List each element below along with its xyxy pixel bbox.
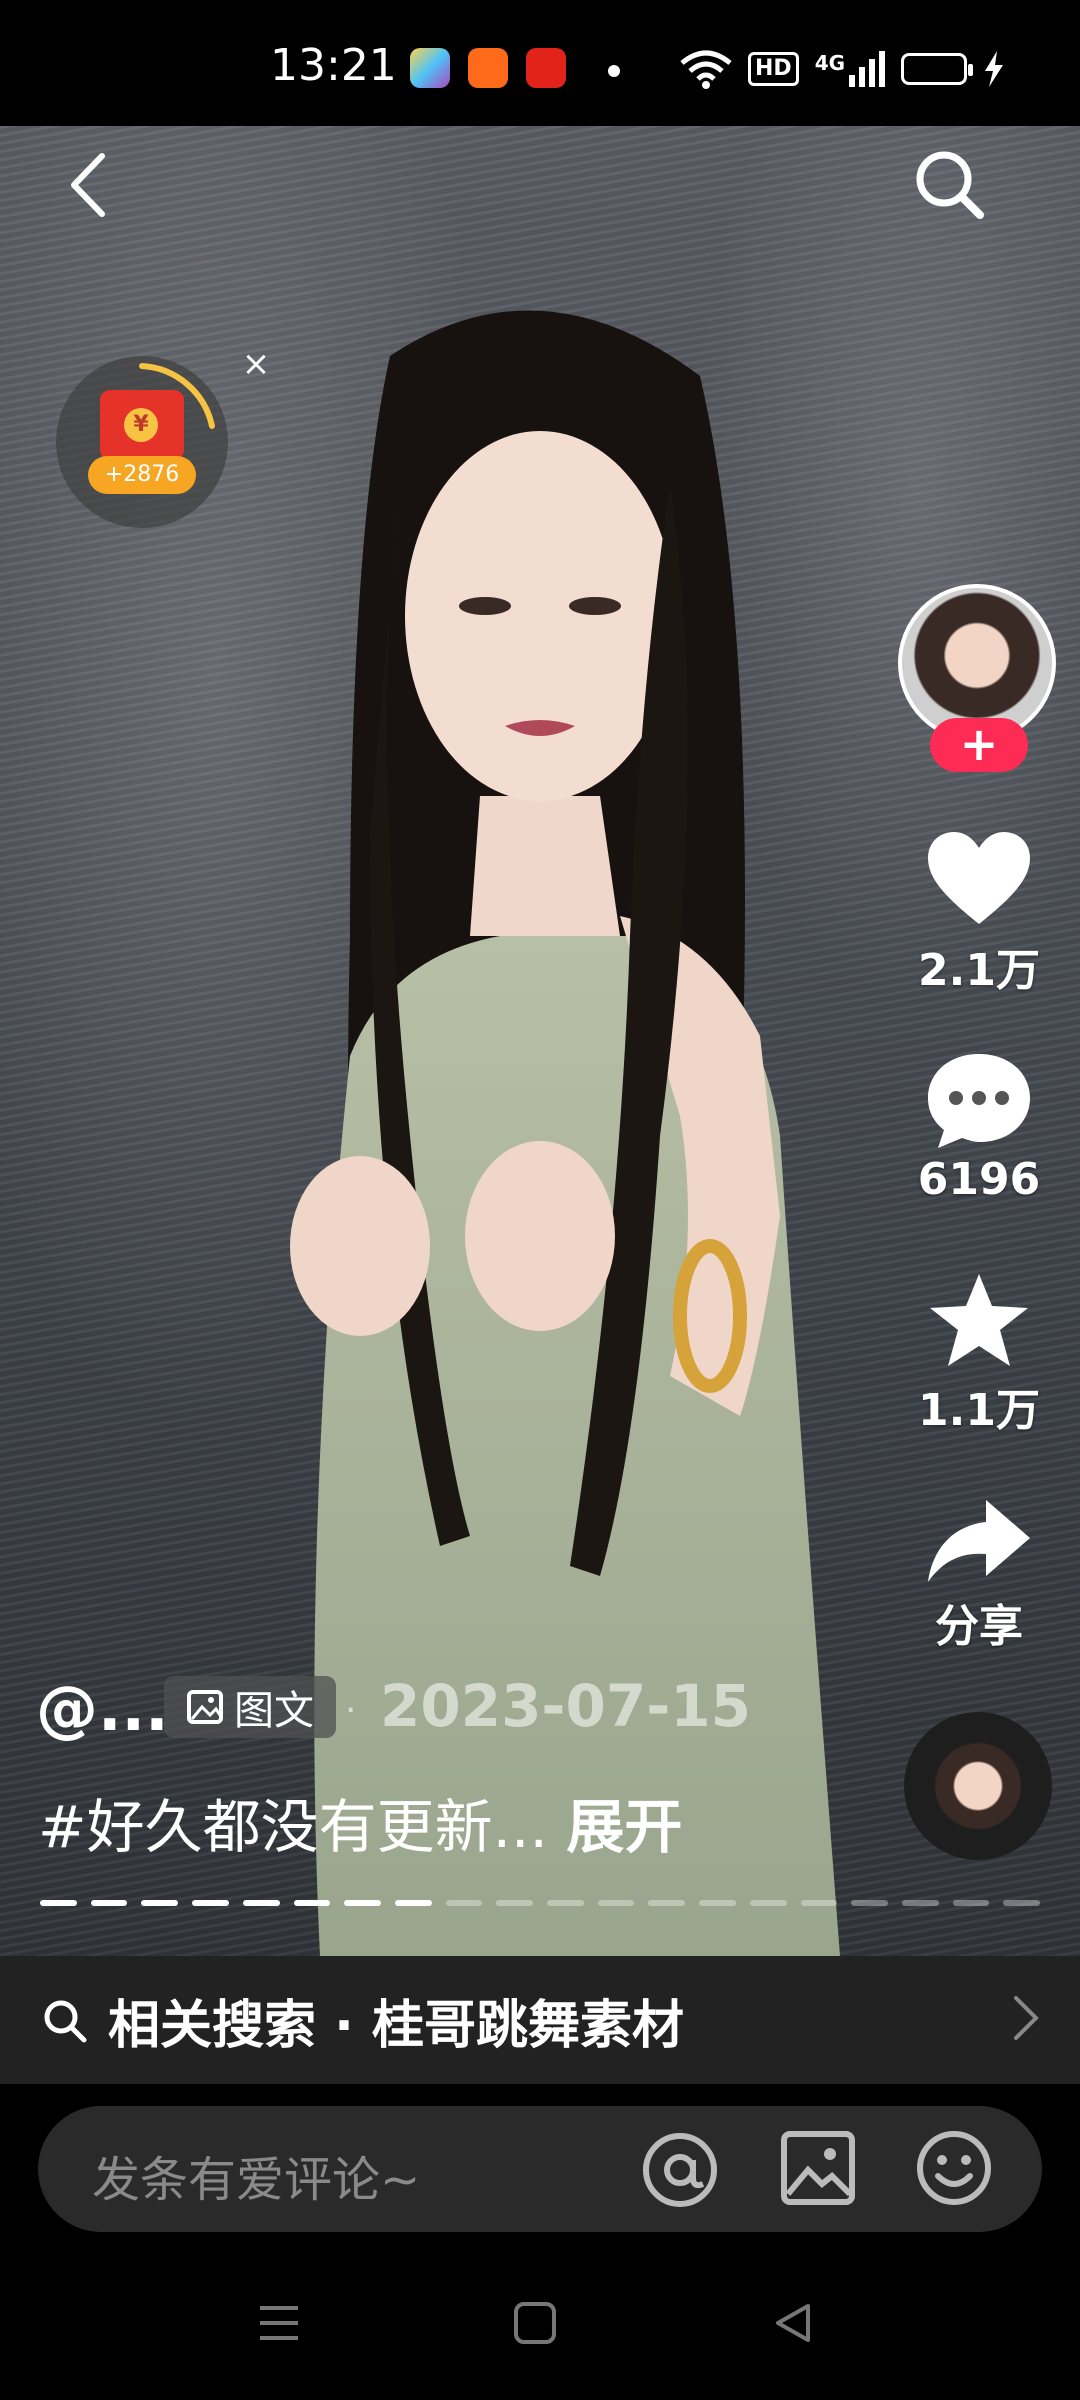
favorite-action[interactable]: 1.1万: [900, 1270, 1058, 1438]
comment-action[interactable]: 6196: [900, 1050, 1058, 1205]
like-action[interactable]: 2.1万: [900, 830, 1058, 998]
heart-icon: [928, 832, 1030, 924]
system-status-icons: HD 4G: [680, 44, 1005, 94]
chevron-right-icon: [1014, 1996, 1039, 2040]
progress-segment: [749, 1900, 787, 1906]
comment-count: 6196: [917, 1154, 1041, 1205]
back-triangle-icon[interactable]: [770, 2300, 816, 2346]
share-arrow-icon: [928, 1500, 1030, 1582]
comment-bubble-icon: [928, 1054, 1030, 1148]
multi-app-icon: [468, 48, 508, 88]
menu-icon[interactable]: [256, 2300, 302, 2346]
at-mention-icon[interactable]: [640, 2130, 720, 2210]
progress-segment: [952, 1900, 990, 1906]
battery-icon: [901, 53, 974, 85]
music-disc-icon[interactable]: [904, 1712, 1052, 1860]
home-icon[interactable]: [512, 2300, 558, 2346]
red-packet-amount: +2876: [88, 456, 196, 494]
progress-segment: [648, 1900, 686, 1906]
post-meta-separator: ·: [345, 1690, 357, 1731]
comment-placeholder: 发条有爱评论~: [92, 2152, 421, 2208]
author-name[interactable]: @...: [36, 1672, 169, 1745]
search-icon: [44, 2000, 87, 2043]
favorite-count: 1.1万: [918, 1385, 1040, 1436]
post-caption[interactable]: #好久都没有更新... 展开: [38, 1780, 682, 1864]
share-label: 分享: [935, 1601, 1023, 1652]
status-time: 13:21: [270, 40, 397, 91]
progress-segment: [141, 1900, 179, 1906]
follow-button[interactable]: +: [930, 718, 1028, 772]
taobao-app-icon: [526, 48, 566, 88]
progress-segment: [192, 1900, 229, 1906]
related-search-text: 相关搜索 · 桂哥跳舞素材: [108, 1995, 684, 2056]
progress-segment: [445, 1900, 483, 1906]
signal-icon: 4G: [814, 51, 886, 87]
caption-text: #好久都没有更新...: [38, 1793, 548, 1861]
notification-dot: [608, 65, 620, 77]
red-packet-close-button[interactable]: ×: [238, 346, 274, 382]
progress-segment: [40, 1900, 77, 1906]
search-icon[interactable]: [910, 145, 990, 225]
emoji-icon[interactable]: [914, 2128, 994, 2208]
progress-segment: [394, 1900, 432, 1906]
charging-icon: [985, 51, 1004, 87]
image-upload-icon[interactable]: [780, 2130, 856, 2206]
like-count: 2.1万: [918, 945, 1040, 996]
progress-segment: [597, 1900, 635, 1906]
back-chevron-icon[interactable]: [60, 150, 120, 220]
coin-icon: ¥: [124, 408, 158, 442]
image-text-icon: [187, 1690, 223, 1724]
progress-segment: [90, 1900, 128, 1906]
post-type-chip: 图文: [164, 1676, 336, 1738]
network-label: 4G: [814, 51, 846, 75]
hd-badge: HD: [748, 52, 799, 86]
photos-app-icon: [410, 48, 450, 88]
progress-segment: [293, 1900, 331, 1906]
expand-link[interactable]: 展开: [566, 1793, 682, 1861]
image-progress-indicator: [40, 1900, 1041, 1908]
post-type-label: 图文: [234, 1688, 314, 1734]
star-icon: [930, 1274, 1028, 1366]
progress-segment: [242, 1900, 280, 1906]
wifi-icon: [680, 50, 732, 89]
related-search-bar[interactable]: 相关搜索 · 桂哥跳舞素材: [0, 1956, 1080, 2084]
share-action[interactable]: 分享: [900, 1496, 1058, 1654]
progress-segment: [547, 1900, 584, 1906]
post-date: 2023-07-15: [380, 1672, 751, 1740]
progress-segment: [496, 1900, 534, 1906]
progress-segment: [344, 1900, 381, 1906]
progress-segment: [1003, 1900, 1041, 1906]
progress-segment: [699, 1900, 736, 1906]
progress-segment: [901, 1900, 939, 1906]
progress-segment: [800, 1900, 838, 1906]
progress-segment: [851, 1900, 888, 1906]
